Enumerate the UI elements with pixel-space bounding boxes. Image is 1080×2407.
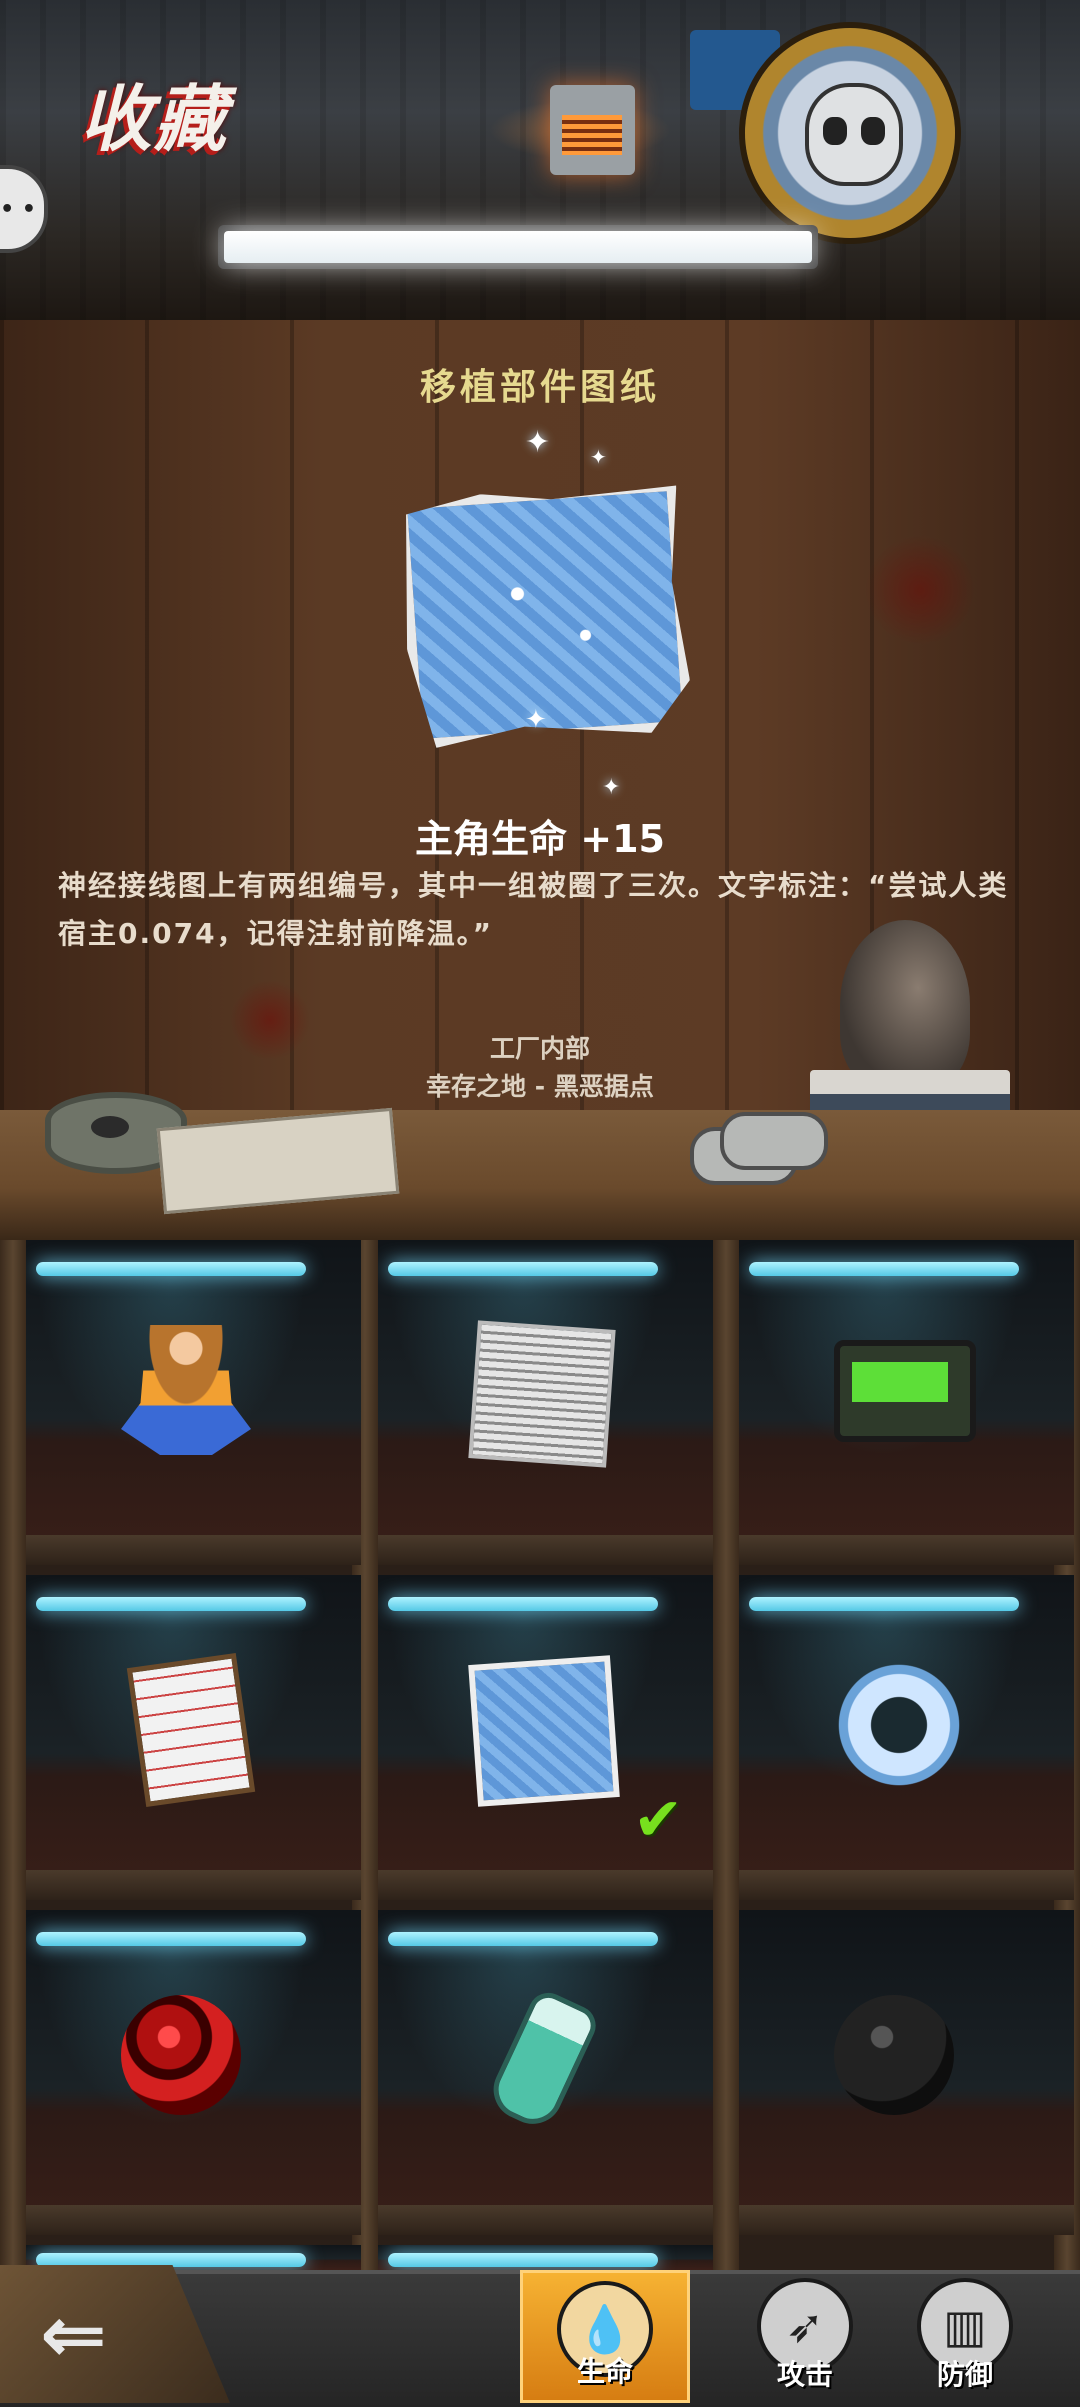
grid-frame xyxy=(713,1240,739,2270)
shelf-light xyxy=(36,2253,306,2267)
tab-life[interactable]: 💧 生命 xyxy=(520,2270,690,2403)
paper-scroll-icon xyxy=(126,1653,256,1807)
grid-item-11[interactable] xyxy=(378,2245,713,2270)
chat-icon: • • xyxy=(0,196,36,222)
shelf-light xyxy=(36,1932,306,1946)
tab-label: 防御 xyxy=(936,2358,993,2391)
tab-defense[interactable]: ▥ 防御 xyxy=(880,2270,1050,2403)
item-name: 移植部件图纸 xyxy=(419,367,660,408)
shelf xyxy=(739,1535,1074,1565)
metal-ring-icon xyxy=(834,1660,964,1790)
shelf-light xyxy=(388,2253,658,2267)
back-arrow-icon: ⇐ xyxy=(40,2287,108,2381)
collection-grid: ✔ xyxy=(0,1240,1080,2270)
crow-icon xyxy=(840,920,970,1090)
dark-orb-icon xyxy=(834,1995,954,2115)
tab-label: 生命 xyxy=(576,2355,633,2388)
red-orb-icon xyxy=(121,1995,241,2115)
grid-item-8[interactable] xyxy=(378,1910,713,2235)
pager-icon xyxy=(834,1340,976,1442)
shelf xyxy=(26,2205,361,2235)
newspaper-icon xyxy=(468,1320,616,1468)
ceiling-light-bar xyxy=(218,225,818,269)
grid-item-7[interactable] xyxy=(26,1910,361,2235)
shelf-light xyxy=(388,1932,658,1946)
shelf-light xyxy=(388,1597,658,1611)
sparkle-icon: ✦ xyxy=(590,445,607,469)
tab-label: 攻击 xyxy=(776,2358,833,2391)
shelf-light xyxy=(749,1597,1019,1611)
blueprint-icon xyxy=(468,1655,620,1807)
shelf xyxy=(739,2205,1074,2235)
skull-emblem-icon xyxy=(745,28,955,238)
top-banner: 收藏 • • xyxy=(0,0,1080,320)
grid-item-4[interactable] xyxy=(26,1575,361,1900)
tab-attack[interactable]: ➶ 攻击 xyxy=(720,2270,890,2403)
heater-decoration xyxy=(550,85,635,175)
grid-item-5[interactable]: ✔ xyxy=(378,1575,713,1900)
sparkle-icon: ✦ xyxy=(602,775,621,800)
shelf xyxy=(378,2205,713,2235)
shelf-light xyxy=(388,1262,658,1276)
page-title: 收藏 xyxy=(80,77,229,161)
grid-item-9[interactable] xyxy=(739,1910,1074,2235)
skull-icon xyxy=(805,83,903,186)
light-glow xyxy=(224,231,812,263)
shelf xyxy=(378,1535,713,1565)
grid-item-3[interactable] xyxy=(739,1240,1074,1565)
shelf-light xyxy=(749,1262,1019,1276)
shelf-light xyxy=(36,1262,306,1276)
sparkle-icon: ✦ xyxy=(525,425,551,460)
stat-bonus: 主角生命 +15 xyxy=(415,817,665,861)
shelf xyxy=(378,1870,713,1900)
dog-tag xyxy=(720,1112,828,1170)
grid-frame xyxy=(0,1240,26,2270)
shelf xyxy=(26,1535,361,1565)
grid-item-6[interactable] xyxy=(739,1575,1074,1900)
check-icon: ✔ xyxy=(633,1785,684,1855)
shelf xyxy=(26,1870,361,1900)
sparkle-icon: ✦ xyxy=(525,705,547,735)
grid-item-2[interactable] xyxy=(378,1240,713,1565)
shelf xyxy=(739,1870,1074,1900)
shelf-light xyxy=(36,1597,306,1611)
grid-item-1[interactable] xyxy=(26,1240,361,1565)
dog-tags-icon xyxy=(690,1112,828,1185)
